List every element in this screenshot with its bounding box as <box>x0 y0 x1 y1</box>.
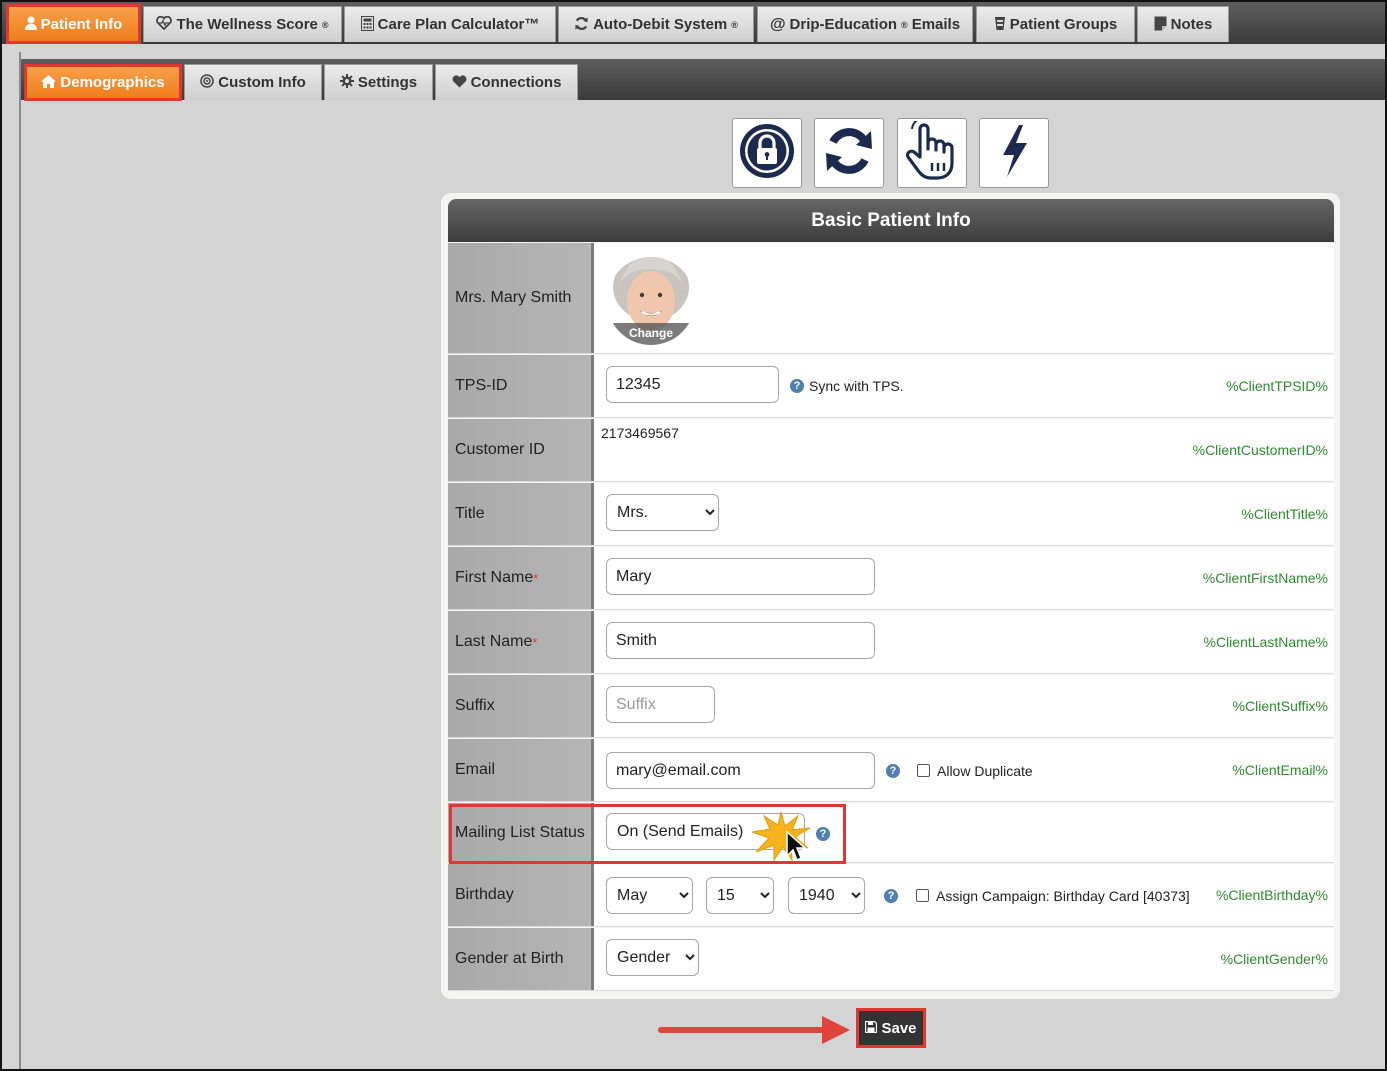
email-label: Email <box>448 739 594 801</box>
group-icon <box>994 16 1006 34</box>
birthday-campaign-label: Assign Campaign: Birthday Card [40373] <box>936 888 1190 904</box>
pointer-arrow <box>658 1027 826 1033</box>
last-name-label: Last Name <box>455 633 533 650</box>
first-name-variable: %ClientFirstName% <box>1202 570 1328 586</box>
tab-patient-info[interactable]: Patient Info <box>6 4 141 44</box>
title-variable: %ClientTitle% <box>1241 506 1328 522</box>
tab-auto-debit-system[interactable]: Auto-Debit System ® <box>558 6 754 42</box>
allow-duplicate-label: Allow Duplicate <box>937 763 1033 779</box>
at-icon: @ <box>769 15 786 33</box>
last-name-input[interactable] <box>606 622 875 659</box>
tps-id-input[interactable] <box>606 366 779 403</box>
avatar-change-label[interactable]: Change <box>629 326 673 340</box>
tps-sync-note: Sync with TPS. <box>809 378 904 394</box>
email-row: Email ? Allow Duplicate %ClientEmail% <box>448 739 1334 802</box>
user-icon <box>24 16 37 33</box>
refresh-icon <box>574 16 589 34</box>
gender-variable: %ClientGender% <box>1220 951 1328 967</box>
suffix-label: Suffix <box>448 675 594 737</box>
home-icon <box>41 74 57 91</box>
birthday-variable: %ClientBirthday% <box>1215 887 1328 903</box>
card-title: Basic Patient Info <box>448 199 1334 242</box>
gear-icon <box>339 74 354 91</box>
birthday-help-icon[interactable]: ? <box>884 889 898 903</box>
mouse-cursor-icon <box>785 830 807 862</box>
customer-id-variable: %ClientCustomerID% <box>1192 442 1328 458</box>
tps-id-variable: %ClientTPSID% <box>1226 378 1328 394</box>
email-help-icon[interactable]: ? <box>886 764 900 778</box>
pointer-arrow-head <box>822 1016 850 1044</box>
pointer-hand-button[interactable] <box>897 116 967 188</box>
first-name-row: First Name* %ClientFirstName% <box>448 547 1334 610</box>
birthday-row: Birthday May 15 1940 ? Assign Campaign: … <box>448 864 1334 927</box>
notes-icon <box>1154 16 1167 34</box>
tps-id-label: TPS-ID <box>448 355 594 417</box>
tab-care-plan-calculator[interactable]: Care Plan Calculator™ <box>344 6 556 42</box>
save-label: Save <box>881 1019 917 1037</box>
lock-icon <box>738 122 796 185</box>
birthday-month-select[interactable]: May <box>606 877 693 914</box>
lock-button[interactable] <box>732 118 802 188</box>
first-name-input[interactable] <box>606 558 875 595</box>
title-label: Title <box>448 483 594 545</box>
calculator-icon <box>360 15 374 34</box>
avatar[interactable]: Change <box>608 249 694 347</box>
tab-connections[interactable]: Connections <box>435 64 578 100</box>
tps-help-icon[interactable]: ? <box>790 379 804 393</box>
email-variable: %ClientEmail% <box>1232 762 1328 778</box>
tab-wellness-score[interactable]: The Wellness Score ® <box>143 6 342 42</box>
heart-icon <box>452 74 467 91</box>
suffix-input[interactable] <box>606 686 715 723</box>
gender-select[interactable]: Gender <box>606 939 699 976</box>
pointer-hand-icon <box>904 116 960 186</box>
target-icon <box>200 74 214 91</box>
customer-id-row: Customer ID 2173469567 %ClientCustomerID… <box>448 419 1334 482</box>
title-select[interactable]: Mrs. <box>606 494 719 531</box>
last-name-row: Last Name* %ClientLastName% <box>448 611 1334 674</box>
lightning-button[interactable] <box>979 118 1049 188</box>
birthday-label: Birthday <box>448 864 594 926</box>
sync-button[interactable] <box>814 118 884 188</box>
customer-id-label: Customer ID <box>448 419 594 481</box>
suffix-row: Suffix %ClientSuffix% <box>448 675 1334 738</box>
first-name-label: First Name <box>455 569 534 586</box>
sync-icon <box>823 125 875 182</box>
tab-notes[interactable]: Notes <box>1137 6 1229 42</box>
tps-id-row: TPS-ID ? Sync with TPS. %ClientTPSID% <box>448 355 1334 418</box>
required-marker: * <box>533 570 539 586</box>
required-marker: * <box>532 634 538 650</box>
last-name-label-cell: Last Name * <box>448 611 594 673</box>
heart-pulse-icon <box>156 15 173 33</box>
tab-drip-education-emails[interactable]: @ Drip-Education ® Emails <box>757 6 973 42</box>
gender-row: Gender at Birth Gender %ClientGender% <box>448 928 1334 991</box>
save-button[interactable]: Save <box>856 1008 926 1048</box>
lightning-icon <box>997 124 1031 182</box>
first-name-label-cell: First Name * <box>448 547 594 609</box>
allow-duplicate-checkbox[interactable] <box>917 764 930 777</box>
birthday-year-select[interactable]: 1940 <box>788 877 865 914</box>
floppy-disk-icon <box>865 1020 878 1037</box>
email-input[interactable] <box>606 752 875 789</box>
suffix-variable: %ClientSuffix% <box>1232 698 1328 714</box>
birthday-day-select[interactable]: 15 <box>706 877 774 914</box>
tab-patient-groups[interactable]: Patient Groups <box>976 6 1135 42</box>
birthday-campaign-checkbox[interactable] <box>916 889 929 902</box>
tab-demographics[interactable]: Demographics <box>24 64 182 101</box>
title-row: Title Mrs. %ClientTitle% <box>448 483 1334 546</box>
gender-label: Gender at Birth <box>448 928 594 990</box>
customer-id-value: 2173469567 <box>601 425 679 441</box>
tab-settings[interactable]: Settings <box>324 64 433 100</box>
patient-name-row: Mrs. Mary Smith Change <box>448 243 1334 354</box>
tab-custom-info[interactable]: Custom Info <box>184 64 322 100</box>
last-name-variable: %ClientLastName% <box>1203 634 1329 650</box>
patient-name: Mrs. Mary Smith <box>448 243 594 353</box>
